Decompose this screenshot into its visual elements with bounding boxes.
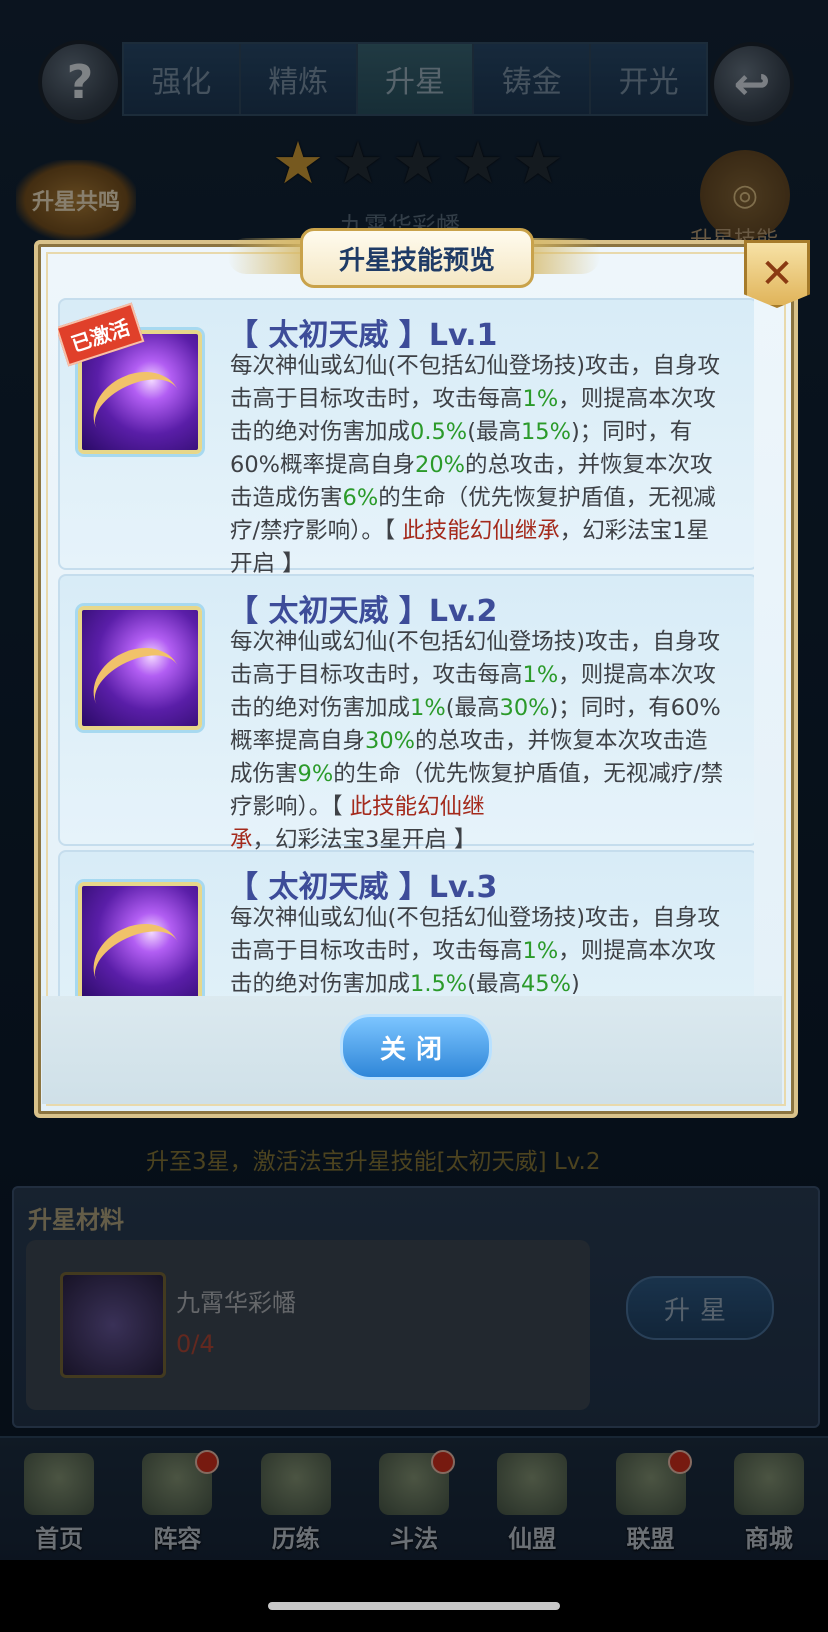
home-indicator[interactable]	[268, 1602, 560, 1610]
skill-title: 【 太初天威 】Lv.2	[228, 594, 498, 629]
description-segment: 15%	[520, 419, 571, 445]
description-segment: 20%	[415, 452, 466, 478]
description-segment: 30%	[365, 728, 416, 754]
skill-list[interactable]: 已激活【 太初天威 】Lv.1 每次神仙或幻仙(不包括幻仙登场技)攻击，自身攻击高…	[58, 298, 754, 996]
description-segment: 1.5%	[410, 971, 468, 996]
description-segment: 0.5%	[410, 419, 468, 445]
description-segment: (最高	[467, 971, 521, 996]
skill-title: 【 太初天威 】Lv.1	[228, 318, 498, 353]
system-bar	[0, 1560, 828, 1632]
description-segment: 此技能幻仙继承	[402, 518, 560, 544]
description-segment: 1%	[522, 662, 559, 688]
skill-icon[interactable]	[78, 606, 202, 730]
description-segment: 1%	[410, 695, 446, 721]
skill-description: 每次神仙或幻仙(不包括幻仙登场技)攻击，自身攻击高于目标攻击时，攻击每高1%，则…	[230, 626, 730, 857]
description-segment: 6%	[342, 485, 379, 511]
description-segment: 1%	[522, 386, 559, 412]
description-segment: 9%	[297, 761, 334, 787]
description-segment: 30%	[499, 695, 550, 721]
close-icon[interactable]: ✕	[744, 240, 810, 308]
close-button[interactable]: 关闭	[340, 1014, 492, 1080]
description-segment: (最高	[467, 419, 521, 445]
skill-description: 每次神仙或幻仙(不包括幻仙登场技)攻击，自身攻击高于目标攻击时，攻击每高1%，则…	[230, 902, 730, 996]
skill-icon[interactable]	[78, 882, 202, 996]
description-segment: (最高	[445, 695, 500, 721]
skill-card: 已激活【 太初天威 】Lv.1 每次神仙或幻仙(不包括幻仙登场技)攻击，自身攻击高…	[58, 298, 754, 577]
skill-card: 【 太初天威 】Lv.3 每次神仙或幻仙(不包括幻仙登场技)攻击，自身攻击高于目标…	[58, 850, 754, 996]
description-segment: 1%	[522, 938, 559, 964]
description-segment: )	[570, 971, 580, 996]
description-segment: 45%	[520, 971, 571, 996]
skill-description: 每次神仙或幻仙(不包括幻仙登场技)攻击，自身攻击高于目标攻击时，攻击每高1%，则…	[230, 350, 730, 581]
skill-title: 【 太初天威 】Lv.3	[228, 870, 498, 905]
skill-card: 【 太初天威 】Lv.2 每次神仙或幻仙(不包括幻仙登场技)攻击，自身攻击高于目标…	[58, 574, 754, 853]
modal-title: 升星技能预览	[300, 228, 534, 288]
